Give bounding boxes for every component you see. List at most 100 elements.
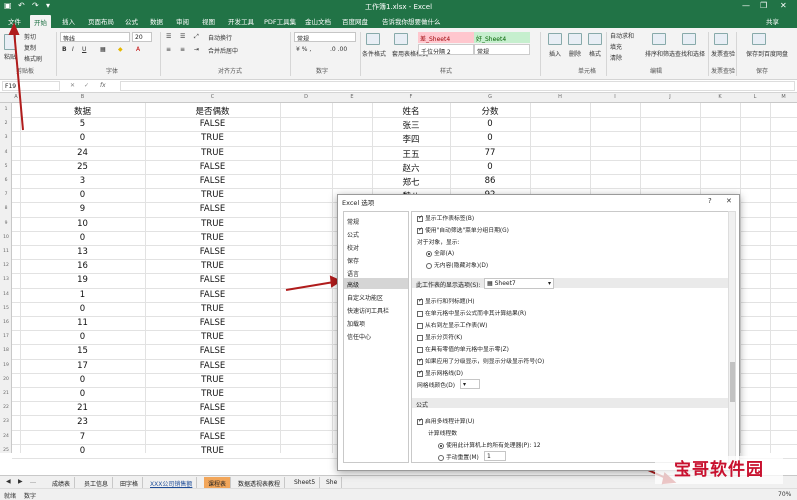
cell-even[interactable]: FALSE <box>145 176 280 186</box>
cell-even[interactable]: TRUE <box>145 133 280 143</box>
cell-even[interactable]: FALSE <box>145 403 280 413</box>
cell-header-data[interactable]: 数据 <box>20 105 145 117</box>
row-header[interactable]: 18 <box>0 348 12 353</box>
cell-even[interactable]: FALSE <box>145 290 280 300</box>
options-nav-item[interactable]: 语言 <box>344 267 408 278</box>
radio-manual-threads[interactable]: 手动重置(M) <box>438 452 479 461</box>
align-center-icon[interactable]: ≡ <box>180 46 185 53</box>
merge-center-button[interactable]: 合并后居中 <box>208 46 238 55</box>
sheet-tab-partial[interactable]: She <box>322 477 343 488</box>
column-header[interactable]: J <box>640 94 700 100</box>
cell-even[interactable]: FALSE <box>145 318 280 328</box>
row-header[interactable]: 9 <box>0 221 12 226</box>
indent-icon[interactable]: ⇥ <box>194 46 199 53</box>
cell-data[interactable]: 9 <box>20 204 145 214</box>
currency-icon[interactable]: ¥ % , <box>296 46 311 53</box>
align-left-icon[interactable]: ≡ <box>166 46 171 53</box>
options-nav-item[interactable]: 公式 <box>344 228 408 239</box>
row-header[interactable]: 23 <box>0 419 12 424</box>
option-group-dates[interactable]: 使用"自动筛选"菜单分组日期(G) <box>417 225 509 234</box>
column-header[interactable]: F <box>372 94 450 100</box>
row-header[interactable]: 2 <box>0 121 12 126</box>
column-header[interactable]: H <box>530 94 590 100</box>
cell-data[interactable]: 19 <box>20 275 145 285</box>
row-header[interactable]: 7 <box>0 192 12 197</box>
tab-view[interactable]: 视图 <box>202 16 215 26</box>
cell-name[interactable]: 王五 <box>372 148 450 160</box>
radio-show-all[interactable]: 全部(A) <box>426 248 454 257</box>
cell-even[interactable]: TRUE <box>145 261 280 271</box>
column-header[interactable]: E <box>332 94 372 100</box>
cell-even[interactable]: FALSE <box>145 119 280 129</box>
cell-even[interactable]: FALSE <box>145 361 280 371</box>
insert-function-button[interactable]: fx <box>100 82 106 89</box>
cell-data[interactable]: 0 <box>20 190 145 200</box>
dialog-help-button[interactable]: ? <box>708 197 712 205</box>
cell-data[interactable]: 0 <box>20 446 145 456</box>
format-painter-button[interactable]: 格式刷 <box>24 54 42 63</box>
cell-data[interactable]: 24 <box>20 148 145 158</box>
tab-review[interactable]: 审阅 <box>176 16 189 26</box>
font-name-select[interactable]: 等线 <box>60 32 130 42</box>
save-netdisk-button[interactable]: 保存到百度网盘 <box>740 49 794 58</box>
row-header[interactable]: 6 <box>0 178 12 183</box>
column-header[interactable]: D <box>280 94 332 100</box>
format-as-table-icon[interactable] <box>394 33 408 45</box>
delete-cells-button[interactable]: 删除 <box>569 49 581 58</box>
cell-data[interactable]: 7 <box>20 432 145 442</box>
cell-data[interactable]: 1 <box>20 290 145 300</box>
format-cells-icon[interactable] <box>588 33 602 45</box>
font-size-select[interactable]: 20 <box>132 32 152 42</box>
sheet-tab-pivot-tutorial[interactable]: 数据透视表教程 <box>234 477 286 488</box>
cell-data[interactable]: 5 <box>20 119 145 129</box>
delete-cells-icon[interactable] <box>568 33 582 45</box>
cell-name[interactable]: 郑七 <box>372 176 450 188</box>
autosum-button[interactable]: 自动求和 <box>610 31 634 40</box>
option-show-formulas[interactable]: 在单元格中显示公式而非其计算结果(R) <box>417 308 526 317</box>
sheet-tab-employees[interactable]: 员工信息 <box>80 477 114 488</box>
tab-pdf-tools[interactable]: PDF工具集 <box>264 16 296 26</box>
number-format-select[interactable]: 常规 <box>294 32 356 42</box>
row-header[interactable]: 19 <box>0 363 12 368</box>
row-header[interactable]: 4 <box>0 150 12 155</box>
wrap-text-button[interactable]: 自动换行 <box>208 33 232 42</box>
options-nav-item[interactable]: 加载项 <box>344 317 408 328</box>
row-header[interactable]: 12 <box>0 263 12 268</box>
cell-even[interactable]: TRUE <box>145 304 280 314</box>
font-color-icon[interactable]: A <box>136 46 140 53</box>
invoice-check-icon[interactable] <box>714 33 728 45</box>
fill-color-icon[interactable]: ◆ <box>118 46 123 53</box>
column-header[interactable]: M <box>770 94 797 100</box>
cell-data[interactable]: 0 <box>20 375 145 385</box>
sheet-tab-sales[interactable]: XXX公司销售额 <box>146 477 198 488</box>
sort-filter-icon[interactable] <box>652 33 666 45</box>
cell-data[interactable]: 10 <box>20 219 145 229</box>
sort-filter-button[interactable]: 排序和筛选 <box>645 49 675 58</box>
cell-name[interactable]: 张三 <box>372 119 450 131</box>
option-show-headers[interactable]: 显示行和列标题(H) <box>417 296 474 305</box>
row-header[interactable]: 8 <box>0 206 12 211</box>
cell-even[interactable]: FALSE <box>145 247 280 257</box>
cell-data[interactable]: 11 <box>20 318 145 328</box>
cell-even[interactable]: TRUE <box>145 389 280 399</box>
cell-score[interactable]: 0 <box>450 119 530 129</box>
option-page-breaks[interactable]: 显示分页符(K) <box>417 332 462 341</box>
cell-data[interactable]: 25 <box>20 162 145 172</box>
row-header[interactable]: 11 <box>0 249 12 254</box>
cell-name[interactable]: 李四 <box>372 133 450 145</box>
cell-even[interactable]: FALSE <box>145 346 280 356</box>
cell-data[interactable]: 0 <box>20 304 145 314</box>
bold-button[interactable]: B <box>62 46 67 53</box>
tab-insert[interactable]: 插入 <box>62 16 75 26</box>
restore-button[interactable]: ❐ <box>760 1 767 10</box>
option-right-to-left[interactable]: 从右到左显示工作表(W) <box>417 320 487 329</box>
cell-data[interactable]: 3 <box>20 176 145 186</box>
row-header[interactable]: 14 <box>0 292 12 297</box>
option-gridlines[interactable]: 显示网格线(D) <box>417 368 463 377</box>
column-header[interactable]: I <box>590 94 640 100</box>
style-bad[interactable]: 差_Sheet4 <box>418 32 474 43</box>
column-header[interactable]: L <box>740 94 770 100</box>
tell-me-search[interactable]: 告诉我你想要做什么 <box>382 16 441 26</box>
cell-even[interactable]: FALSE <box>145 275 280 285</box>
cell-header-score[interactable]: 分数 <box>450 105 530 117</box>
